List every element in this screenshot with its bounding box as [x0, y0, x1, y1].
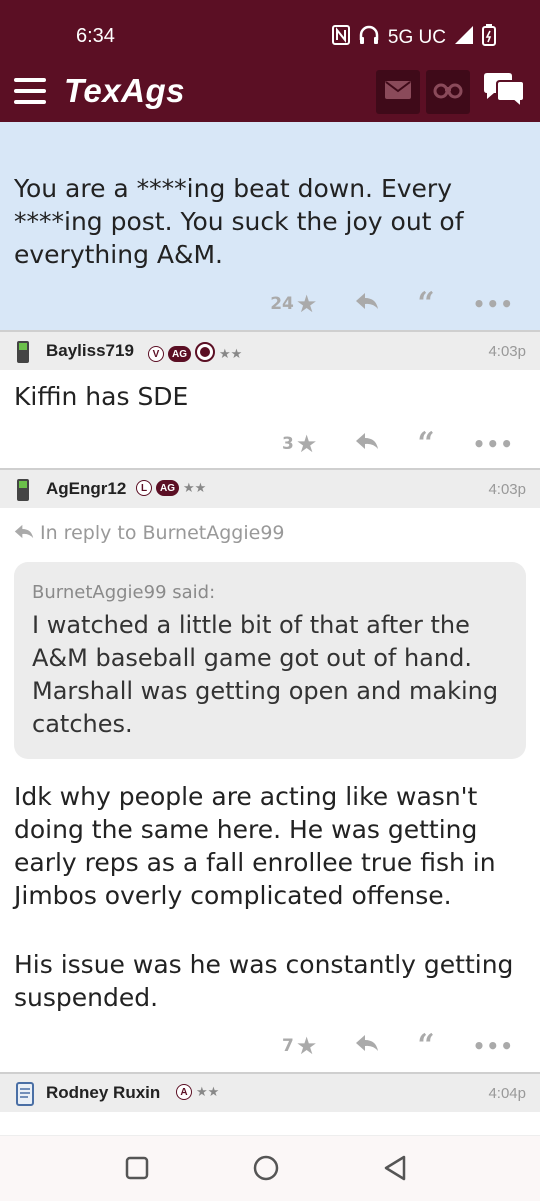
star-button[interactable]: 7 ★: [282, 1032, 317, 1060]
reply-icon: [355, 1034, 379, 1057]
more-icon: •••: [472, 1033, 514, 1058]
star-count: 24: [270, 293, 294, 314]
more-button[interactable]: •••: [473, 1034, 514, 1058]
username[interactable]: Rodney Ruxin: [46, 1083, 160, 1103]
watch-button[interactable]: [426, 70, 470, 114]
star-icon: ★: [295, 1031, 318, 1060]
back-icon[interactable]: [383, 1155, 407, 1185]
nfc-icon: [331, 25, 350, 51]
more-icon: •••: [472, 291, 514, 316]
envelope-icon: [385, 81, 411, 103]
thread-content: You are a ****ing beat down. Every ****i…: [0, 122, 540, 1112]
post-2: Kiffin has SDE 3 ★ “ •••: [0, 370, 540, 468]
user-badges: V AG ★★: [148, 342, 242, 366]
badge-v: V: [148, 346, 164, 362]
post-actions: 3 ★ “ •••: [282, 426, 514, 461]
post-time: 4:04p: [488, 1085, 526, 1102]
post-time: 4:03p: [488, 481, 526, 498]
more-button[interactable]: •••: [473, 432, 514, 456]
badge-l: L: [136, 480, 152, 496]
reply-button[interactable]: [355, 432, 379, 455]
post-body-p2: His issue was he was constantly getting …: [14, 950, 514, 1012]
mascot-icon: [195, 342, 215, 366]
quote-icon: “: [417, 1028, 435, 1063]
messages-button[interactable]: [376, 70, 420, 114]
star-button[interactable]: 24 ★: [270, 290, 317, 318]
network-label: 5G UC: [387, 27, 446, 48]
in-reply-to-link[interactable]: In reply to BurnetAggie99: [14, 522, 285, 544]
star-count: 3: [282, 433, 294, 454]
menu-icon[interactable]: [14, 78, 46, 104]
quote-button[interactable]: “: [417, 1028, 434, 1063]
quote-button[interactable]: “: [417, 286, 434, 321]
quote-icon: “: [417, 286, 435, 321]
recents-icon[interactable]: [125, 1156, 149, 1184]
post-3: In reply to BurnetAggie99 BurnetAggie99 …: [0, 508, 540, 1072]
post-body: Idk why people are acting like wasn't do…: [14, 782, 496, 910]
system-nav-bar: [0, 1135, 540, 1201]
post-header: Bayliss719 V AG ★★ 4:03p: [0, 330, 540, 370]
app-header: TexAgs: [0, 66, 540, 122]
document-icon: [16, 1082, 34, 1110]
star-icon: ★: [295, 289, 318, 318]
post-header: AgEngr12 L AG ★★ 4:03p: [0, 468, 540, 508]
quote-text: I watched a little bit of that after the…: [32, 611, 499, 738]
app-logo[interactable]: TexAgs: [64, 72, 185, 110]
username[interactable]: Bayliss719: [46, 341, 134, 361]
user-badges: A ★★: [176, 1084, 219, 1100]
mobile-phone-icon: [16, 340, 30, 368]
star-count: 7: [282, 1035, 294, 1056]
reply-button[interactable]: [355, 292, 379, 315]
badge-ag: AG: [156, 480, 179, 496]
reply-button[interactable]: [355, 1034, 379, 1057]
badge-ag: AG: [168, 346, 191, 362]
quote-block: BurnetAggie99 said: I watched a little b…: [14, 562, 526, 759]
reply-to-text: In reply to BurnetAggie99: [40, 522, 285, 544]
reply-icon: [355, 292, 379, 315]
post-body: Kiffin has SDE: [14, 382, 189, 411]
user-badges: L AG ★★: [136, 480, 206, 496]
more-icon: •••: [472, 431, 514, 456]
quote-author: BurnetAggie99 said:: [32, 582, 216, 603]
post-header: Rodney Ruxin A ★★ 4:04p: [0, 1072, 540, 1112]
rank-stars: ★★: [219, 346, 243, 362]
chat-icon[interactable]: [482, 72, 526, 116]
quote-button[interactable]: “: [417, 426, 434, 461]
post-time: 4:03p: [488, 343, 526, 360]
quote-icon: “: [417, 426, 435, 461]
rank-stars: ★★: [196, 1084, 220, 1100]
status-bar: 6:34 5G UC: [0, 0, 540, 66]
badge-a: A: [176, 1084, 192, 1100]
headphones-icon: [358, 25, 380, 51]
username[interactable]: AgEngr12: [46, 479, 126, 499]
status-time: 6:34: [76, 25, 115, 47]
rank-stars: ★★: [183, 480, 207, 496]
reply-icon: [14, 522, 34, 544]
post-actions: 24 ★ “ •••: [270, 286, 514, 321]
post-actions: 7 ★ “ •••: [282, 1028, 514, 1063]
star-button[interactable]: 3 ★: [282, 430, 317, 458]
reply-icon: [355, 432, 379, 455]
binoculars-icon: [433, 81, 463, 103]
home-icon[interactable]: [253, 1155, 279, 1185]
mobile-phone-icon: [16, 478, 30, 506]
highlighted-post: You are a ****ing beat down. Every ****i…: [0, 122, 540, 330]
post-body: You are a ****ing beat down. Every ****i…: [14, 174, 464, 269]
more-button[interactable]: •••: [473, 292, 514, 316]
signal-icon: [454, 25, 474, 51]
star-icon: ★: [295, 429, 318, 458]
battery-icon: [482, 24, 496, 52]
